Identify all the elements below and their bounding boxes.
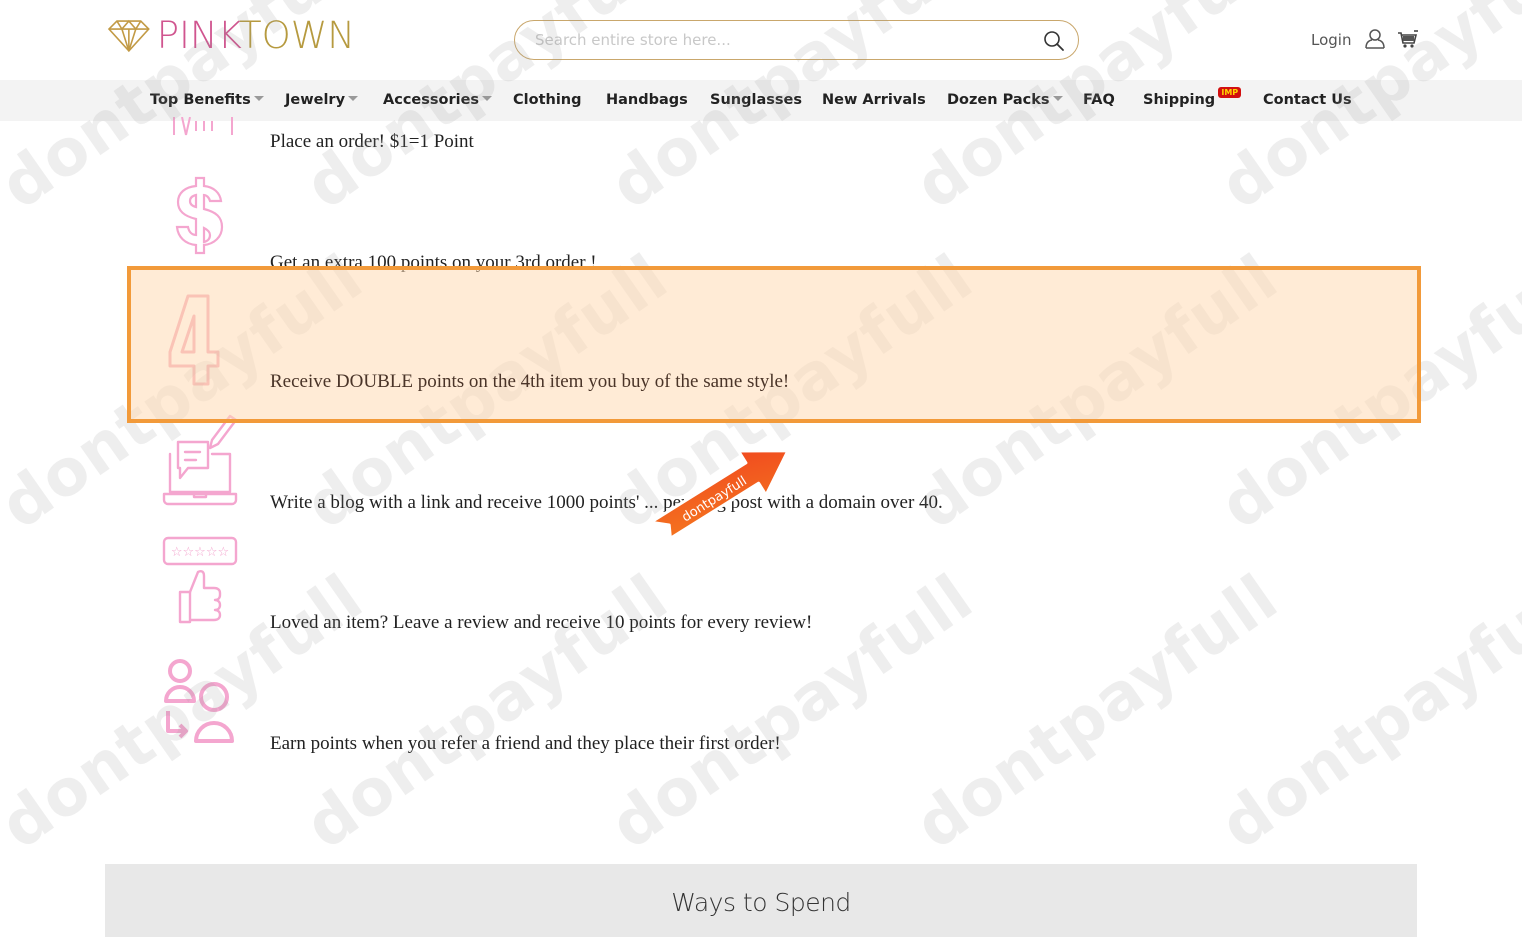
nav-label: Shipping xyxy=(1143,92,1216,108)
main-nav: Top Benefits Jewelry Accessories Clothin… xyxy=(0,80,1522,121)
earn-item: ☆☆☆☆☆ Loved an item? Leave a review and … xyxy=(0,534,1522,634)
earn-item-text: Earn points when you refer a friend and … xyxy=(270,733,781,754)
earn-item-text: Write a blog with a link and receive 100… xyxy=(270,492,943,513)
nav-jewelry[interactable]: Jewelry xyxy=(285,80,359,121)
earn-item-text: Receive DOUBLE points on the 4th item yo… xyxy=(270,371,790,392)
search-box xyxy=(514,20,1079,60)
nav-label: Contact Us xyxy=(1263,92,1352,108)
cart-button[interactable] xyxy=(1397,29,1419,49)
nav-label: Handbags xyxy=(606,92,688,108)
search-button[interactable] xyxy=(1042,29,1066,53)
account-button[interactable] xyxy=(1364,28,1386,50)
ways-to-spend-section: Ways to Spend xyxy=(105,864,1417,937)
earn-item: Get an extra 100 points on your 3rd orde… xyxy=(0,170,1522,273)
nav-label: Jewelry xyxy=(285,92,346,108)
laptop-blog-icon xyxy=(162,414,238,506)
logo-text-gold: TOWN xyxy=(239,14,355,57)
caret-down-icon xyxy=(1052,95,1063,101)
site-header: PINKTOWN Login xyxy=(0,0,1522,80)
nav-sunglasses[interactable]: Sunglasses xyxy=(710,80,802,121)
shopping-cart-icon xyxy=(173,117,233,136)
search-input[interactable] xyxy=(535,29,1035,51)
nav-clothing[interactable]: Clothing xyxy=(513,80,582,121)
nav-label: Sunglasses xyxy=(710,92,802,108)
nav-dozen-packs[interactable]: Dozen Packs xyxy=(947,80,1063,121)
pinktown-logo[interactable]: PINKTOWN xyxy=(105,14,355,58)
earn-item-text: Loved an item? Leave a review and receiv… xyxy=(270,612,813,633)
nav-label: Clothing xyxy=(513,92,582,108)
diamond-logo-icon xyxy=(107,19,150,53)
user-icon xyxy=(1365,29,1385,49)
caret-down-icon xyxy=(482,95,493,101)
caret-down-icon xyxy=(253,95,264,101)
svg-text:☆☆☆☆☆: ☆☆☆☆☆ xyxy=(171,545,229,560)
search-icon xyxy=(1044,31,1064,51)
nav-label: Top Benefits xyxy=(150,92,251,108)
imp-badge: IMP xyxy=(1218,87,1242,98)
refer-friend-icon xyxy=(164,659,234,743)
earn-item-text: Get an extra 100 points on your 3rd orde… xyxy=(270,252,597,273)
nav-contact-us[interactable]: Contact Us xyxy=(1263,80,1352,121)
earn-item: Place an order! $1=1 Point xyxy=(0,117,1522,152)
arrow-annotation-icon: dontpayfull xyxy=(649,449,790,540)
login-link[interactable]: Login xyxy=(1311,30,1351,50)
caret-down-icon xyxy=(348,95,359,101)
nav-label: New Arrivals xyxy=(822,92,926,108)
cart-icon xyxy=(1398,30,1418,48)
nav-accessories[interactable]: Accessories xyxy=(383,80,493,121)
nav-top-benefits[interactable]: Top Benefits xyxy=(150,80,264,121)
earn-item: Earn points when you refer a friend and … xyxy=(0,655,1522,755)
nav-new-arrivals[interactable]: New Arrivals xyxy=(822,80,926,121)
nav-label: FAQ xyxy=(1083,92,1115,108)
nav-faq[interactable]: FAQ xyxy=(1083,80,1115,121)
nav-handbags[interactable]: Handbags xyxy=(606,80,688,121)
number-four-icon xyxy=(168,294,220,386)
dollar-sign-icon xyxy=(175,176,224,255)
earn-item-text: Place an order! $1=1 Point xyxy=(270,131,474,152)
nav-label: Accessories xyxy=(383,92,480,108)
nav-label: Dozen Packs xyxy=(947,92,1050,108)
section-title: Ways to Spend xyxy=(671,888,851,917)
nav-shipping[interactable]: Shipping IMP xyxy=(1143,80,1242,121)
review-thumbs-up-icon: ☆☆☆☆☆ xyxy=(162,536,238,624)
logo-text-pink: PINK xyxy=(156,14,239,57)
